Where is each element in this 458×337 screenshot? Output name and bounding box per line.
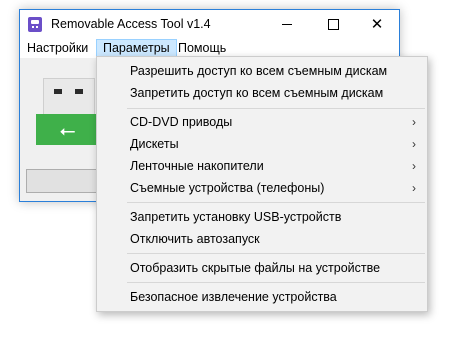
menu-item-label: Съемные устройства (телефоны) xyxy=(130,181,325,195)
menu-separator xyxy=(127,202,425,203)
maximize-button[interactable] xyxy=(310,10,356,39)
window-title: Removable Access Tool v1.4 xyxy=(51,17,211,31)
usb-slot xyxy=(54,89,62,94)
menu-item-label: Безопасное извлечение устройства xyxy=(130,290,337,304)
menu-item-label: Ленточные накопители xyxy=(130,159,264,173)
maximize-icon xyxy=(327,19,339,30)
menu-item-label: Дискеты xyxy=(130,137,179,151)
close-icon: ✕ xyxy=(370,16,384,33)
menu-settings[interactable]: Настройки xyxy=(21,39,94,58)
screen: Removable Access Tool v1.4 ✕ Настройки П… xyxy=(0,0,458,337)
submenu-arrow-icon: › xyxy=(412,159,416,173)
menu-item-label: Запретить доступ ко всем съемным дискам xyxy=(130,86,384,100)
menu-separator xyxy=(127,253,425,254)
menu-item-tape[interactable]: Ленточные накопители › xyxy=(97,155,427,177)
menu-item-show-hidden[interactable]: Отобразить скрытые файлы на устройстве xyxy=(97,257,427,279)
minimize-icon xyxy=(282,24,292,25)
menu-item-label: CD-DVD приводы xyxy=(130,115,233,129)
submenu-arrow-icon: › xyxy=(412,115,416,129)
parameters-dropdown-menu: Разрешить доступ ко всем съемным дискам … xyxy=(96,56,428,312)
menu-item-floppy[interactable]: Дискеты › xyxy=(97,133,427,155)
usb-slot xyxy=(75,89,83,94)
usb-drive-image: ⭠ xyxy=(36,114,99,145)
submenu-arrow-icon: › xyxy=(412,137,416,151)
menu-separator xyxy=(127,282,425,283)
title-bar[interactable]: Removable Access Tool v1.4 ✕ xyxy=(20,10,399,39)
menu-item-label: Отобразить скрытые файлы на устройстве xyxy=(130,261,381,275)
submenu-arrow-icon: › xyxy=(412,181,416,195)
menu-item-deny-usb-install[interactable]: Запретить установку USB-устройств xyxy=(97,206,427,228)
menu-item-deny-all[interactable]: Запретить доступ ко всем съемным дискам xyxy=(97,82,427,104)
action-button[interactable] xyxy=(26,169,106,193)
menu-item-allow-all[interactable]: Разрешить доступ ко всем съемным дискам xyxy=(97,60,427,82)
close-button[interactable]: ✕ xyxy=(354,10,400,39)
menu-item-label: Запретить установку USB-устройств xyxy=(130,210,342,224)
menu-item-label: Отключить автозапуск xyxy=(130,232,260,246)
app-icon xyxy=(28,17,42,32)
menu-item-safe-eject[interactable]: Безопасное извлечение устройства xyxy=(97,286,427,308)
menu-item-removable-phones[interactable]: Съемные устройства (телефоны) › xyxy=(97,177,427,199)
menu-separator xyxy=(127,108,425,109)
minimize-button[interactable] xyxy=(264,10,310,39)
menu-item-cd-dvd[interactable]: CD-DVD приводы › xyxy=(97,111,427,133)
menu-item-disable-autorun[interactable]: Отключить автозапуск xyxy=(97,228,427,250)
usb-connector xyxy=(43,78,95,114)
menu-item-label: Разрешить доступ ко всем съемным дискам xyxy=(130,64,388,78)
usb-icon: ⭠ xyxy=(59,117,76,142)
